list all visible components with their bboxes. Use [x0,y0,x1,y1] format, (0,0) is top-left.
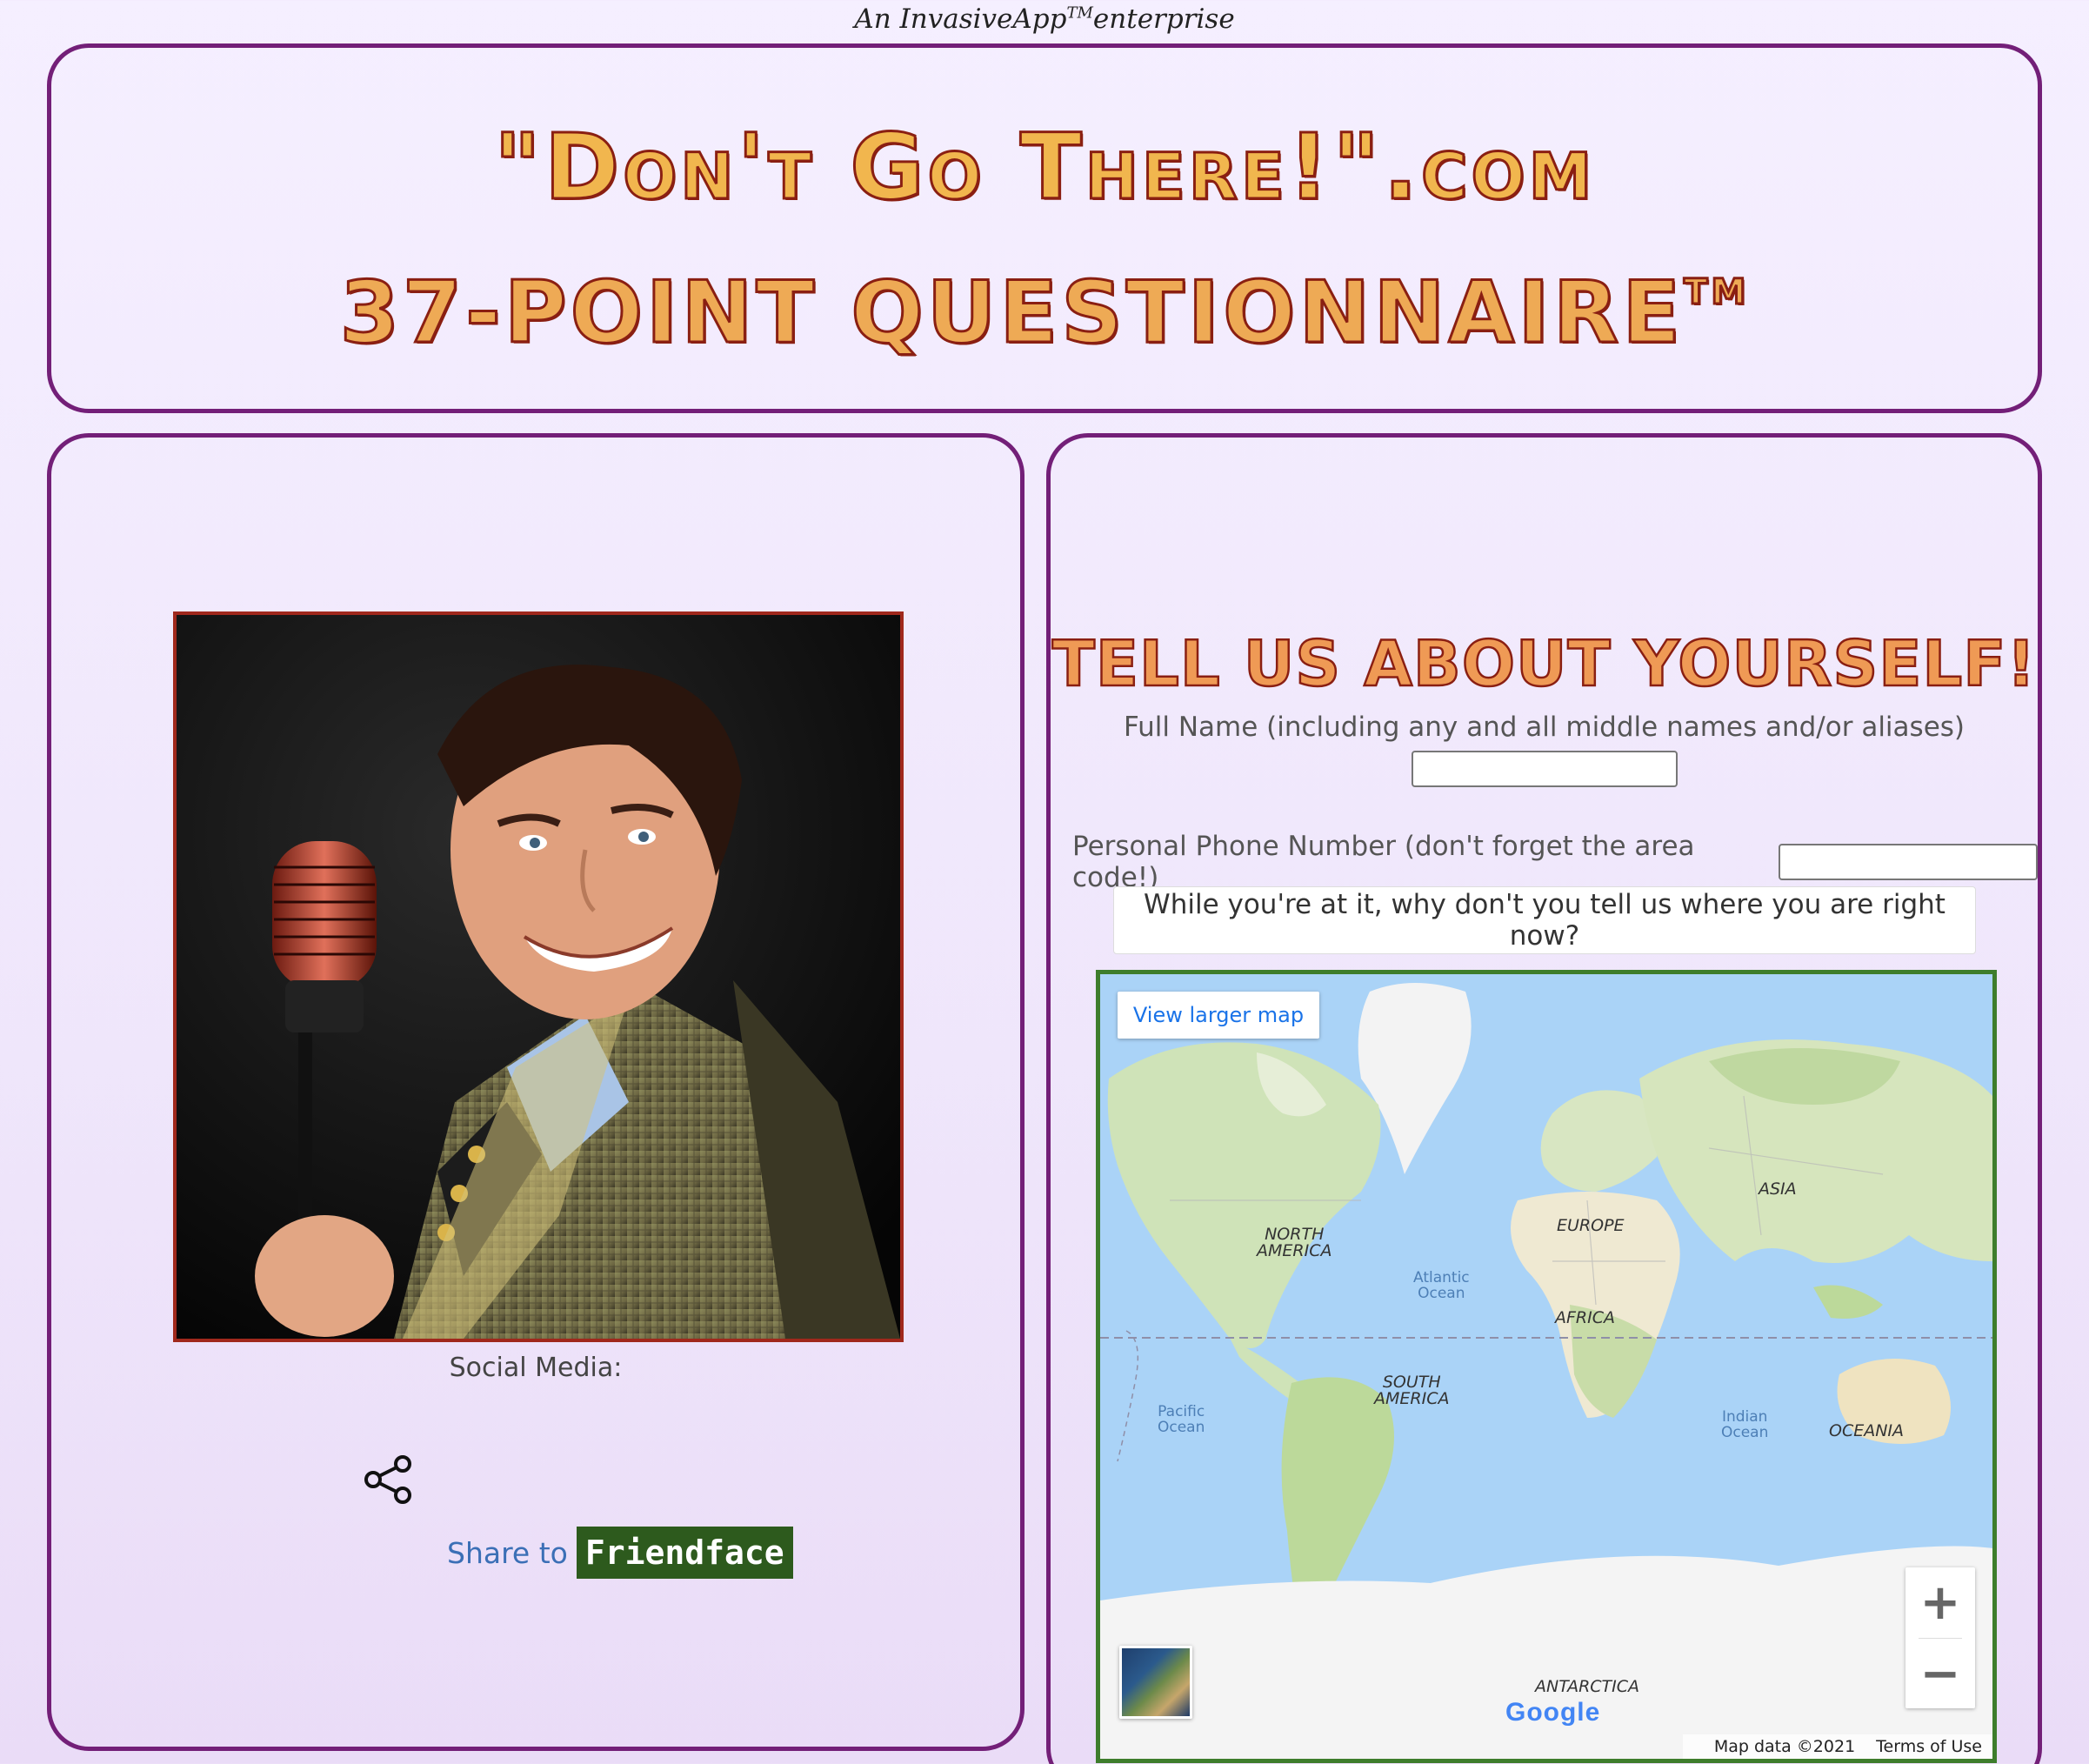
full-name-input[interactable] [1412,751,1678,787]
label-africa: AFRICA [1555,1308,1615,1327]
share-location-button[interactable]: While you're at it, why don't you tell u… [1113,886,1976,954]
phone-number-label: Personal Phone Number (don't forget the … [1072,831,1695,893]
header-panel: "Don't Go There!".com 37-Point Questionn… [47,43,2042,413]
share-to-friendface-link[interactable]: Share to Friendface [447,1527,793,1579]
zoom-control: + − [1905,1567,1975,1708]
social-media-label: Social Media: [449,1353,623,1383]
terms-of-use-link[interactable]: Terms of Use [1876,1737,1982,1756]
tagline-prefix: An InvasiveApp [854,3,1067,35]
profile-panel: Social Media: Share to Friendface [47,433,1024,1751]
satellite-toggle[interactable] [1119,1646,1192,1719]
portrait-illustration [177,615,900,1339]
map-graphic [1100,974,1992,1759]
phone-row: Personal Phone Number (don't forget the … [1072,831,2038,893]
view-larger-map-button[interactable]: View larger map [1118,992,1319,1039]
google-logo-text: Google [1505,1698,1601,1727]
zoom-out-button[interactable]: − [1905,1639,1975,1709]
friendface-logo: Friendface [576,1527,793,1579]
questionnaire-tm: TM [1683,271,1750,314]
google-logo: Google [1505,1698,1600,1727]
map-footer: Map data ©2021 Terms of Use [1682,1734,1992,1759]
map-data-attribution: Map data ©2021 [1713,1737,1856,1756]
label-oceania: OCEANIA [1829,1421,1905,1440]
label-atlantic-ocean: Atlantic Ocean [1413,1269,1470,1302]
share-to-text: Share to [447,1535,568,1570]
phone-number-input[interactable] [1779,844,2038,880]
label-north-america: NORTH AMERICA [1257,1225,1332,1260]
share-icon[interactable] [363,1453,415,1506]
questionnaire-title: 37-Point QuestionnaireTM [51,263,2038,364]
label-asia: ASIA [1759,1179,1797,1199]
questionnaire-title-text: 37-Point Questionnaire [338,263,1685,364]
site-title: "Don't Go There!".com [492,113,1596,222]
label-indian-ocean: Indian Ocean [1721,1408,1769,1441]
tagline-suffix: enterprise [1092,3,1235,35]
label-pacific-ocean: Pacific Ocean [1158,1403,1205,1436]
form-panel: TELL US ABOUT YOURSELF! Full Name (inclu… [1046,433,2042,1764]
zoom-in-button[interactable]: + [1905,1567,1975,1638]
label-south-america: SOUTH AMERICA [1374,1373,1450,1408]
tagline: An InvasiveAppTMenterprise [0,3,2089,35]
full-name-label: Full Name (including any and all middle … [1123,712,1966,743]
label-antarctica: ANTARCTICA [1535,1677,1640,1696]
label-europe: EUROPE [1557,1216,1625,1235]
tagline-tm: TM [1066,3,1093,23]
world-map[interactable]: NORTH AMERICA SOUTH AMERICA EUROPE AFRIC… [1096,970,1997,1763]
form-heading: TELL US ABOUT YOURSELF! [1051,626,2037,702]
portrait-image [173,611,904,1342]
